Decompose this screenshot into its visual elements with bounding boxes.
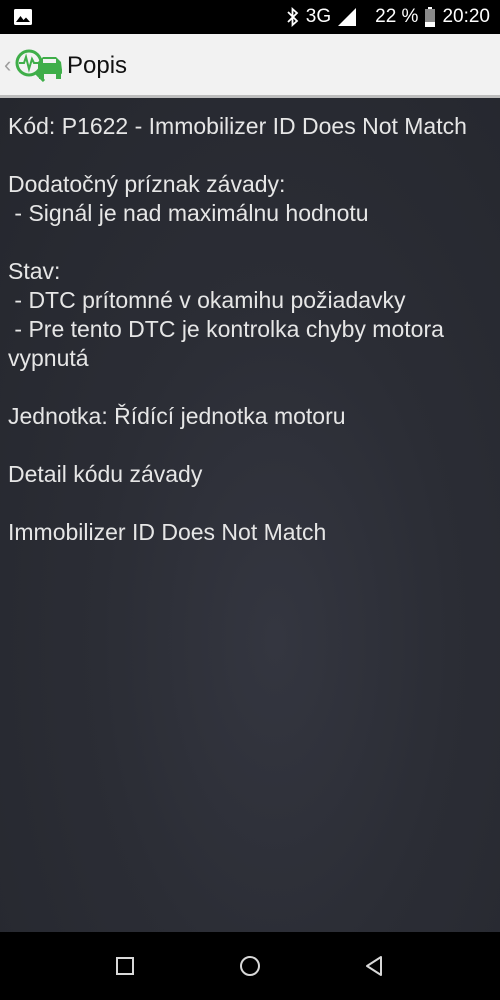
additional-symptom-label: Dodatočný príznak závady: (8, 171, 286, 197)
status-item: - Pre tento DTC je kontrolka chyby motor… (8, 316, 451, 371)
dtc-code-line: Kód: P1622 - Immobilizer ID Does Not Mat… (8, 113, 467, 139)
unit-line: Jednotka: Řídící jednotka motoru (8, 403, 346, 429)
signal-icon (338, 8, 357, 26)
status-block: Stav: - DTC prítomné v okamihu požiadavk… (8, 257, 492, 373)
status-bar: 3G 22 % 20:20 (0, 0, 500, 34)
back-chevron-icon[interactable]: ‹ (4, 52, 11, 78)
navigation-bar (0, 932, 500, 1000)
bluetooth-icon (287, 7, 299, 27)
code-block: Kód: P1622 - Immobilizer ID Does Not Mat… (8, 112, 492, 141)
status-label: Stav: (8, 258, 61, 284)
clock: 20:20 (442, 6, 490, 27)
additional-symptom-block: Dodatočný príznak závady: - Signál je na… (8, 170, 492, 228)
description-content: Kód: P1622 - Immobilizer ID Does Not Mat… (0, 98, 500, 932)
status-item: - DTC prítomné v okamihu požiadavky (8, 287, 406, 313)
status-indicators: 3G 22 % 20:20 (286, 0, 490, 34)
back-icon[interactable] (363, 954, 387, 978)
recents-icon[interactable] (113, 954, 137, 978)
battery-percent: 22 % (375, 6, 419, 27)
detail-text-block: Immobilizer ID Does Not Match (8, 518, 492, 547)
unit-block: Jednotka: Řídící jednotka motoru (8, 402, 492, 431)
network-type: 3G (305, 6, 332, 27)
detail-heading-block: Detail kódu závady (8, 460, 492, 489)
screen: 3G 22 % 20:20 ‹ Popis Kód: P1622 - Immob… (0, 0, 500, 1000)
detail-text: Immobilizer ID Does Not Match (8, 519, 327, 545)
page-title: Popis (67, 52, 128, 79)
detail-heading: Detail kódu závady (8, 461, 203, 487)
gallery-icon (14, 9, 32, 25)
additional-symptom-value: - Signál je nad maximálnu hodnotu (8, 200, 369, 226)
car-diagnostic-logo-icon[interactable] (14, 48, 64, 82)
battery-icon (425, 7, 436, 27)
home-icon[interactable] (238, 954, 262, 978)
app-bar: ‹ Popis (0, 34, 500, 98)
